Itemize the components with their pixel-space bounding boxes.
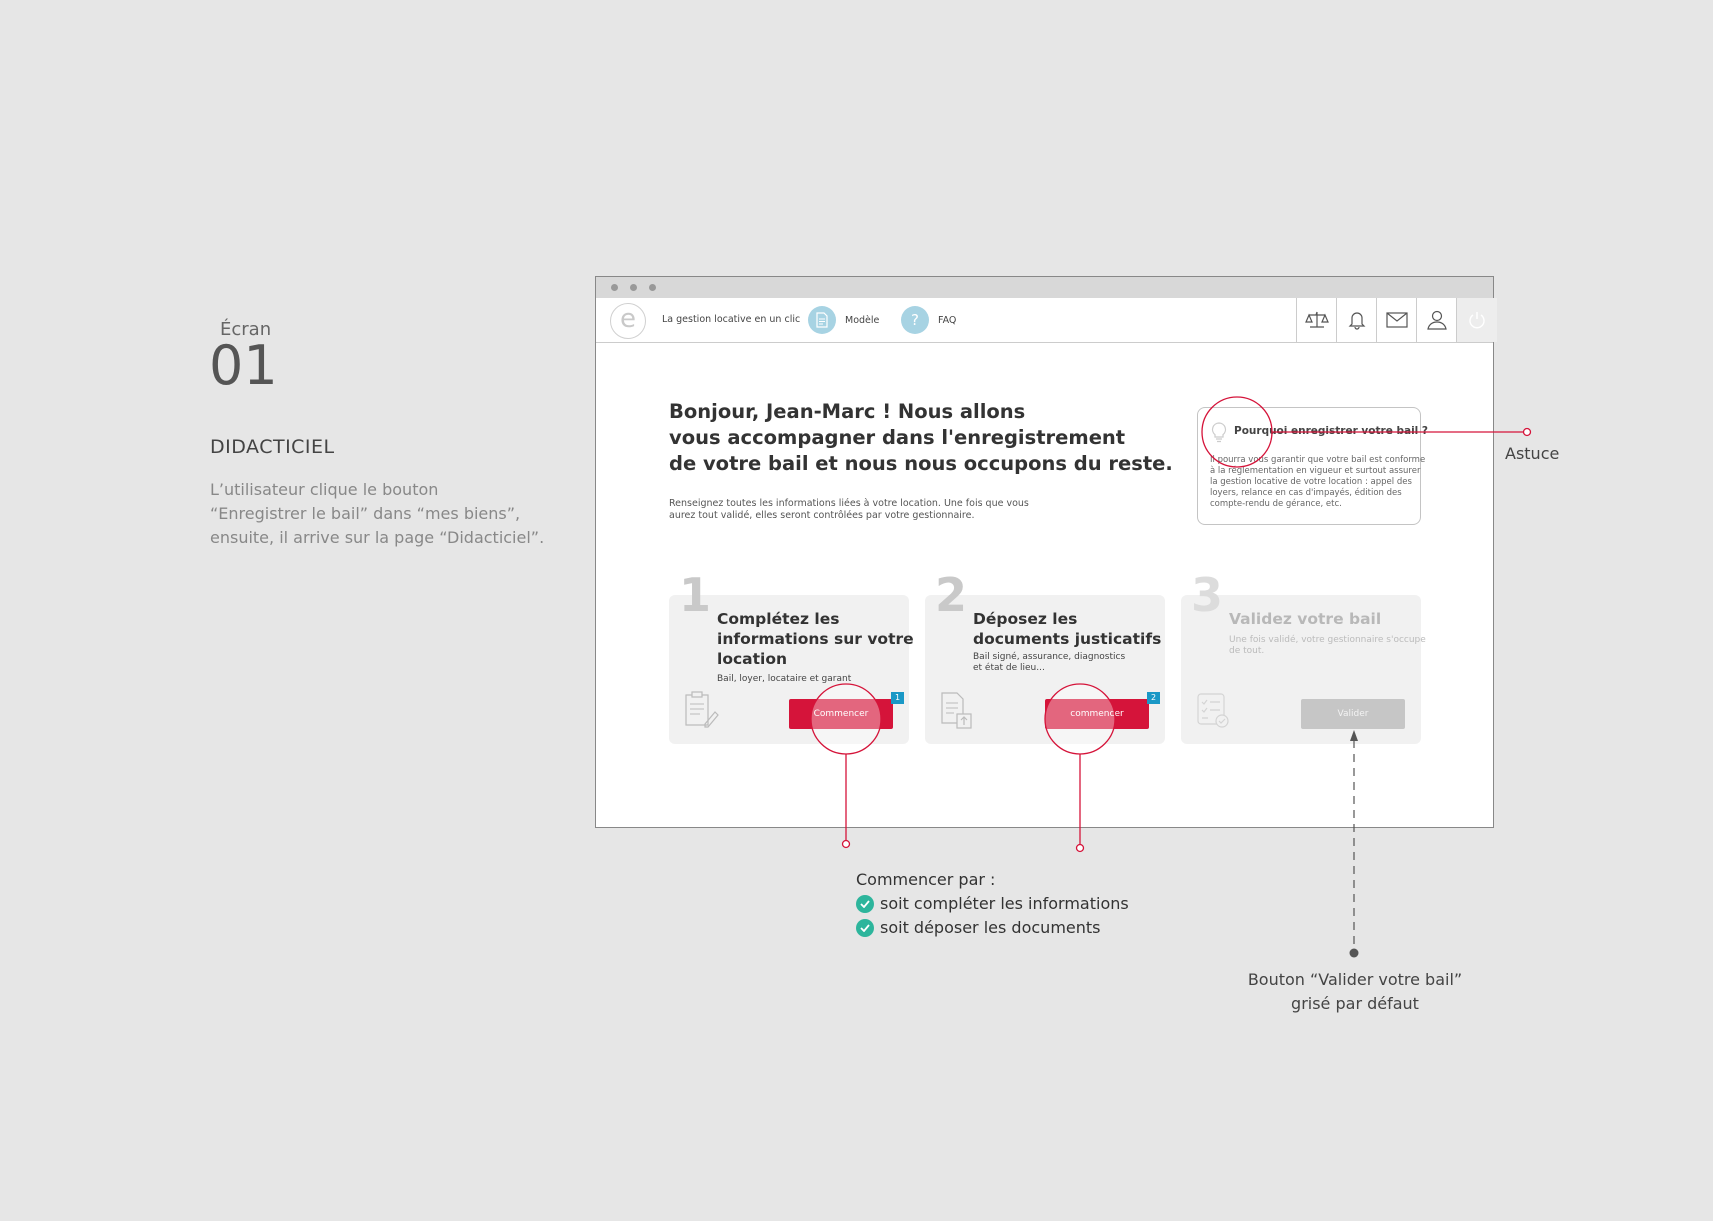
- window-dot-icon[interactable]: [611, 284, 618, 291]
- checklist-icon: [1197, 693, 1229, 728]
- check-circle-icon: [856, 919, 874, 937]
- app-logo[interactable]: e: [610, 303, 646, 339]
- step-description: Bail signé, assurance, diagnostics et ét…: [973, 652, 1126, 673]
- mail-icon: [1386, 312, 1408, 328]
- step-title: Complétez les informations sur votre loc…: [717, 610, 914, 668]
- document-upload-icon: [941, 692, 972, 729]
- nav-modele[interactable]: Modèle: [808, 305, 879, 335]
- step-card-2: 2 Déposez les documents justicatifs Bail…: [925, 569, 1165, 744]
- nav-faq-label: FAQ: [938, 314, 957, 326]
- commencer-note-item: soit déposer les documents: [856, 916, 1129, 940]
- tip-title: Pourquoi enregistrer votre bail ?: [1234, 425, 1429, 437]
- step-badge: 2: [1147, 692, 1160, 704]
- tip-box: Pourquoi enregistrer votre bail ? Il pou…: [1197, 407, 1428, 525]
- tb-notifications[interactable]: [1336, 298, 1377, 342]
- step-number: 1: [679, 568, 712, 622]
- intro-text: Renseignez toutes les informations liées…: [669, 498, 1029, 521]
- tb-logout[interactable]: [1456, 298, 1497, 342]
- tb-account[interactable]: [1416, 298, 1457, 342]
- browser-window: e La gestion locative en un clic Modèle …: [595, 276, 1497, 828]
- bell-icon: [1348, 312, 1366, 330]
- screen-description: L’utilisateur clique le bouton “Enregist…: [210, 480, 545, 547]
- scales-icon: [1305, 311, 1329, 328]
- window-titlebar: [596, 277, 1493, 299]
- window-dot-icon[interactable]: [630, 284, 637, 291]
- commencer-note: Commencer par : soit compléter les infor…: [856, 868, 1129, 940]
- step-card-3: 3 Validez votre bail Une fois validé, vo…: [1181, 569, 1426, 744]
- step-description: Une fois validé, votre gestionnaire s'oc…: [1229, 635, 1426, 656]
- commencer-button-2[interactable]: commencer: [1045, 699, 1149, 729]
- window-dot-icon[interactable]: [649, 284, 656, 291]
- lightbulb-icon: [1211, 422, 1227, 443]
- tb-messages[interactable]: [1376, 298, 1417, 342]
- clipboard-edit-icon: [685, 691, 719, 728]
- screen-number: 01: [209, 334, 278, 397]
- app-header: e La gestion locative en un clic Modèle …: [596, 298, 1497, 343]
- step-description: Bail, loyer, locataire et garant: [717, 674, 852, 684]
- tip-text: Il pourra vous garantir que votre bail e…: [1210, 455, 1426, 509]
- tb-scales[interactable]: [1296, 298, 1337, 342]
- step-card-1: 1 Complétez les informations sur votre l…: [669, 569, 914, 744]
- check-circle-icon: [856, 895, 874, 913]
- question-icon: ?: [901, 306, 929, 334]
- app-tagline: La gestion locative en un clic: [662, 314, 801, 325]
- valider-note: Bouton “Valider votre bail” grisé par dé…: [1247, 970, 1463, 1013]
- step-title: Validez votre bail: [1229, 610, 1382, 628]
- valider-button[interactable]: Valider: [1301, 699, 1405, 729]
- commencer-button-1[interactable]: Commencer: [789, 699, 893, 729]
- step-title: Déposez les documents justicatifs: [973, 610, 1162, 648]
- user-icon: [1427, 310, 1447, 330]
- nav-modele-label: Modèle: [845, 314, 880, 326]
- astuce-label: Astuce: [1505, 444, 1560, 463]
- power-icon: [1469, 312, 1485, 329]
- greeting-heading: Bonjour, Jean-Marc ! Nous allons vous ac…: [669, 400, 1173, 475]
- nav-faq[interactable]: ? FAQ: [901, 305, 956, 335]
- document-icon: [808, 306, 836, 334]
- commencer-note-title: Commencer par :: [856, 870, 996, 889]
- screen-title: DIDACTICIEL: [210, 436, 335, 458]
- step-badge: 1: [891, 692, 904, 704]
- commencer-note-item: soit compléter les informations: [856, 892, 1129, 916]
- step-number: 2: [935, 568, 968, 622]
- step-number: 3: [1191, 568, 1224, 622]
